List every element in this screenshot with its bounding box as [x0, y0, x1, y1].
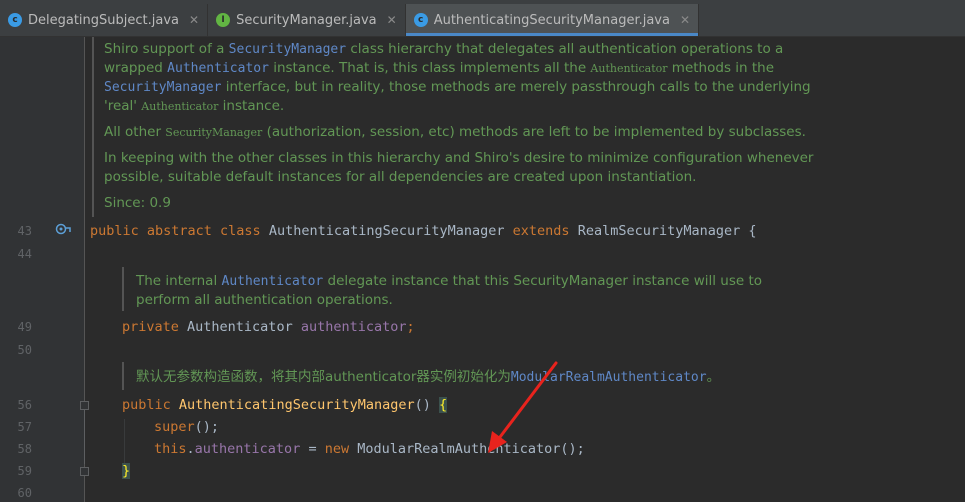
- class-icon: c: [8, 13, 22, 27]
- tab-label: DelegatingSubject.java: [28, 12, 180, 28]
- code-editor[interactable]: Shiro support of a SecurityManager class…: [0, 37, 965, 502]
- close-icon[interactable]: ✕: [680, 13, 690, 27]
- tab-authenticating-security-manager[interactable]: c AuthenticatingSecurityManager.java ✕: [405, 4, 700, 36]
- tab-delegating-subject[interactable]: c DelegatingSubject.java ✕: [0, 4, 209, 36]
- close-icon[interactable]: ✕: [387, 13, 397, 27]
- tab-security-manager[interactable]: I SecurityManager.java ✕: [208, 4, 406, 36]
- ide-window: c DelegatingSubject.java ✕ I SecurityMan…: [0, 0, 965, 502]
- editor-tab-bar: c DelegatingSubject.java ✕ I SecurityMan…: [0, 4, 965, 37]
- annotation-arrow-icon: [488, 361, 558, 453]
- class-icon: c: [413, 13, 428, 27]
- tab-label: AuthenticatingSecurityManager.java: [433, 12, 670, 28]
- close-icon[interactable]: ✕: [189, 13, 199, 27]
- interface-icon: I: [216, 13, 231, 27]
- tab-label: SecurityManager.java: [236, 12, 377, 28]
